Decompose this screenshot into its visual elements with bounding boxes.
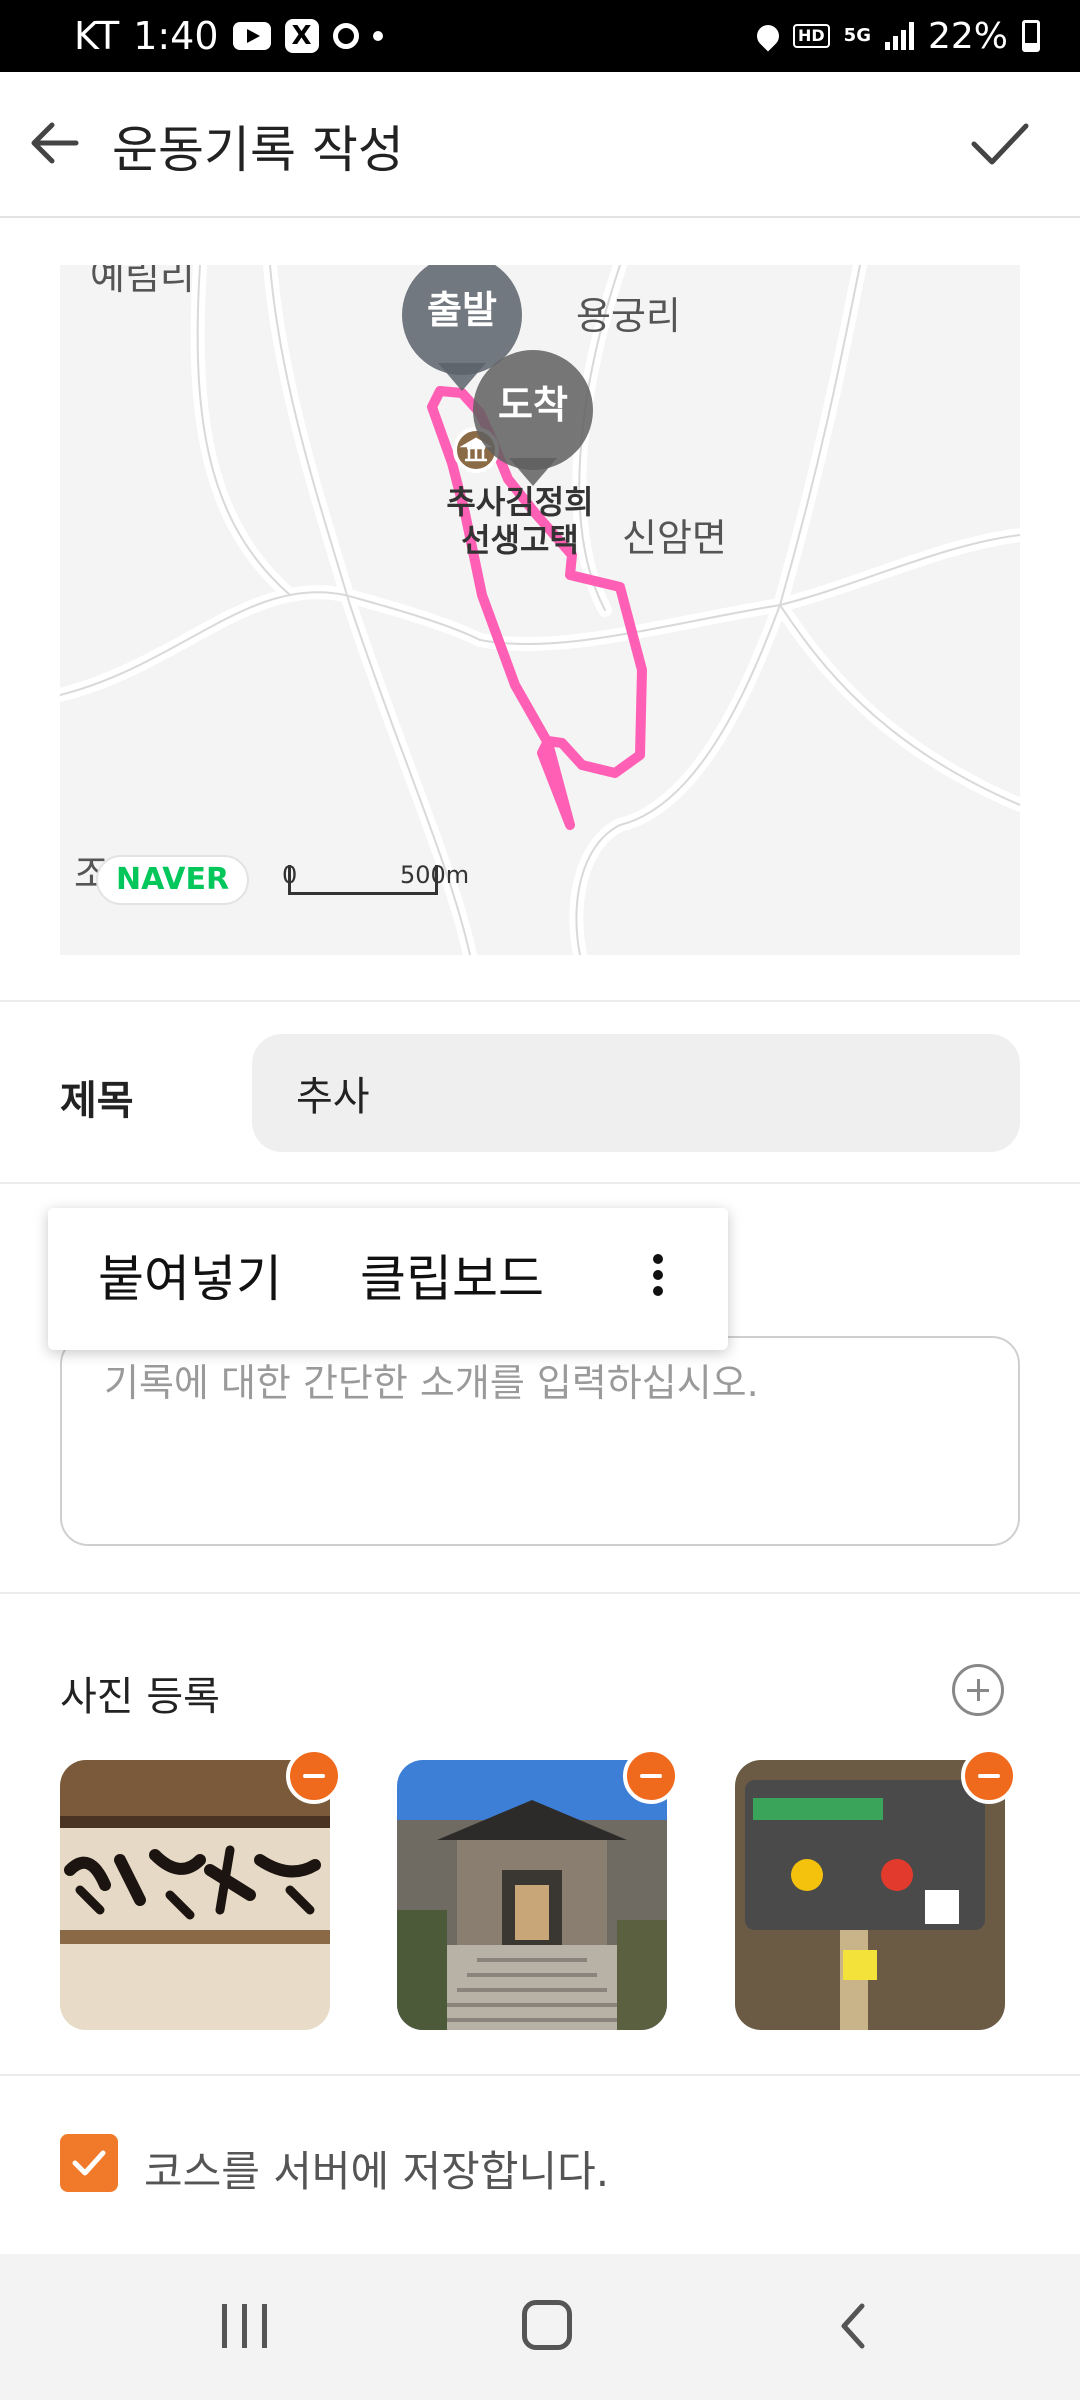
description-placeholder: 기록에 대한 간단한 소개를 입력하십시오. [104, 1361, 759, 1405]
map-scale-end: 500m [400, 861, 470, 889]
map-label-place: 예림리 [90, 265, 195, 298]
map-label-place: 용궁리 [576, 294, 681, 338]
remove-photo-button[interactable] [623, 1748, 679, 1804]
calligraphy-photo [60, 1760, 330, 2030]
remove-photo-button[interactable] [286, 1748, 342, 1804]
system-nav-bar [0, 2254, 1080, 2400]
title-label: 제목 [60, 1078, 134, 1124]
naver-logo[interactable]: NAVER [96, 855, 250, 905]
title-input[interactable]: 추사 [252, 1034, 1020, 1152]
clipboard-button[interactable]: 클립보드 [360, 1208, 544, 1350]
title-input-value: 추사 [296, 1074, 370, 1120]
youtube-icon [232, 22, 271, 50]
x-app-icon: X [284, 19, 319, 53]
save-course-label[interactable]: 코스를 서버에 저장합니다. [144, 2138, 609, 2199]
photo-thumbnail[interactable] [397, 1760, 667, 2030]
divider [0, 1000, 1080, 1002]
5g-icon: 5G [843, 25, 871, 46]
map-scale-start: 0 [282, 861, 298, 889]
route-map[interactable]: 예림리 용궁리 신암면 조금리 추사김정희 선생고택 출발 도착 NAVER 0… [60, 265, 1020, 955]
remove-photo-button[interactable] [961, 1748, 1017, 1804]
back-button[interactable] [24, 112, 86, 174]
status-bar: KT 1:40 X HD 5G 22% [0, 0, 1080, 72]
home-button[interactable] [522, 2300, 572, 2350]
carrier-label: KT [74, 14, 120, 58]
battery-percent: 22% [927, 15, 1008, 57]
check-icon [971, 123, 1029, 165]
chevron-left-icon [841, 2303, 865, 2349]
page-title: 운동기록 작성 [112, 121, 404, 179]
photos-section-title: 사진 등록 [60, 1674, 220, 1720]
confirm-button[interactable] [968, 112, 1030, 174]
trail-sign-photo [735, 1760, 1005, 2030]
arrow-left-icon [31, 122, 79, 164]
check-icon [72, 2150, 106, 2176]
divider [0, 1592, 1080, 1594]
divider [0, 2074, 1080, 2076]
map-label-place: 신암면 [622, 516, 727, 560]
signal-icon [884, 22, 914, 50]
location-icon [752, 20, 784, 52]
gate-photo [397, 1760, 667, 2030]
paste-button[interactable]: 붙여넣기 [98, 1208, 282, 1350]
clock: 1:40 [133, 14, 219, 58]
end-marker-tip [509, 458, 557, 486]
photo-thumbnail[interactable] [60, 1760, 330, 2030]
app-bar: 운동기록 작성 [0, 72, 1080, 218]
plus-circle-icon[interactable] [952, 1664, 1004, 1716]
battery-icon [1022, 20, 1040, 52]
save-course-checkbox[interactable] [60, 2134, 118, 2192]
nav-back-button[interactable] [830, 2300, 880, 2352]
divider [0, 1182, 1080, 1184]
recents-button[interactable] [222, 2304, 268, 2348]
photo-thumbnail[interactable] [735, 1760, 1005, 2030]
poi-name: 추사김정희 선생고택 [446, 483, 594, 559]
notification-dot-icon [372, 31, 383, 41]
hd-voice-icon: HD [793, 24, 830, 48]
end-marker[interactable]: 도착 [473, 350, 593, 470]
watch-icon [332, 23, 359, 49]
text-selection-popup: 붙여넣기 클립보드 [48, 1208, 728, 1350]
more-vertical-icon[interactable] [638, 1248, 678, 1310]
